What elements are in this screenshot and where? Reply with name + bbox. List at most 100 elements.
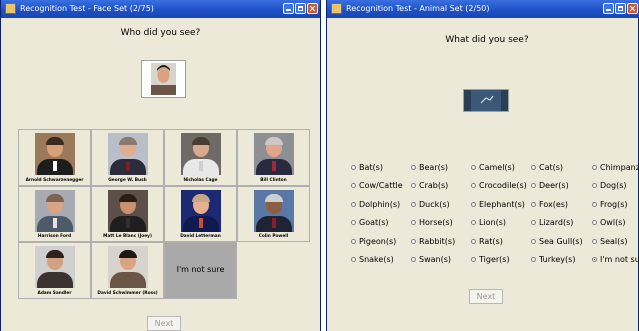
radio-button-icon[interactable] [592, 183, 597, 189]
animal-radio-option[interactable]: Lizard(s) [531, 218, 573, 227]
radio-button-icon[interactable] [471, 238, 476, 244]
radio-button-icon[interactable] [592, 220, 597, 226]
animal-radio-option[interactable]: I'm not sure [592, 255, 639, 264]
animal-radio-option[interactable]: Duck(s) [411, 200, 450, 209]
radio-button-icon[interactable] [351, 201, 356, 207]
radio-button-icon[interactable] [531, 220, 536, 226]
minimize-icon[interactable] [603, 3, 614, 14]
face-next-button[interactable]: Next [147, 316, 181, 331]
animal-radio-option[interactable]: Owl(s) [592, 218, 625, 227]
face-not-sure-option[interactable]: I'm not sure [164, 242, 237, 299]
animal-radio-option[interactable]: Elephant(s) [471, 200, 525, 209]
minimize-icon[interactable] [283, 3, 294, 14]
radio-button-icon[interactable] [351, 183, 356, 189]
animal-radio-option[interactable]: Rabbit(s) [411, 237, 455, 246]
animal-radio-option[interactable]: Bear(s) [411, 163, 448, 172]
radio-button-icon[interactable] [471, 201, 476, 207]
face-option-label: Nicholas Cage [183, 177, 218, 183]
animal-radio-option[interactable]: Horse(s) [411, 218, 453, 227]
animal-radio-option[interactable]: Deer(s) [531, 181, 569, 190]
animal-question: What did you see? [445, 35, 529, 45]
face-thumbnail [253, 189, 294, 232]
animal-radio-option[interactable]: Rat(s) [471, 237, 503, 246]
radio-button-icon[interactable] [531, 238, 536, 244]
maximize-icon[interactable] [615, 3, 626, 14]
animal-radio-option[interactable]: Pigeon(s) [351, 237, 396, 246]
radio-button-icon[interactable] [351, 220, 356, 226]
animal-option-label: Elephant(s) [479, 199, 525, 209]
radio-button-icon[interactable] [411, 257, 416, 262]
animal-radio-option[interactable]: Tiger(s) [471, 255, 510, 264]
animal-radio-option[interactable]: Swan(s) [411, 255, 451, 264]
animal-option-label: Snake(s) [359, 255, 394, 264]
animal-option-label: Cat(s) [539, 163, 564, 172]
radio-button-icon[interactable] [531, 201, 536, 207]
radio-button-icon[interactable] [471, 183, 476, 189]
radio-button-icon[interactable] [531, 165, 536, 170]
radio-button-icon[interactable] [411, 183, 416, 189]
radio-button-icon[interactable] [531, 183, 536, 189]
animal-option-label: Sea Gull(s) [539, 236, 583, 246]
face-option-label: Harrison Ford [37, 234, 72, 240]
radio-button-icon[interactable] [411, 165, 416, 170]
animal-radio-option[interactable]: Bat(s) [351, 163, 383, 172]
face-test-window: Recognition Test - Face Set (2/75) Who d… [0, 0, 321, 331]
close-icon[interactable] [627, 3, 638, 14]
face-option[interactable]: Arnold Schwarzenegger [18, 129, 91, 186]
face-option[interactable]: David Letterman [164, 185, 237, 243]
animal-window-titlebar[interactable]: Recognition Test - Animal Set (2/50) [327, 0, 639, 18]
radio-button-icon[interactable] [592, 257, 597, 262]
animal-radio-option[interactable]: Cat(s) [531, 163, 563, 172]
animal-options-row: Pigeon(s) Rabbit(s) Rat(s) Sea Gull(s) Seal(… [351, 237, 639, 249]
animal-option-label: Turkey(s) [539, 255, 576, 264]
animal-option-label: Camel(s) [479, 163, 515, 172]
radio-button-icon[interactable] [351, 238, 356, 244]
radio-button-icon[interactable] [351, 165, 356, 170]
animal-next-button[interactable]: Next [469, 289, 503, 304]
face-thumbnail [34, 246, 75, 289]
radio-button-icon[interactable] [471, 165, 476, 170]
animal-radio-option[interactable]: Goat(s) [351, 218, 389, 227]
radio-button-icon[interactable] [592, 238, 597, 244]
radio-button-icon[interactable] [592, 165, 597, 170]
animal-radio-option[interactable]: Chimpanzee [592, 163, 639, 172]
animal-radio-option[interactable]: Fox(es) [531, 200, 568, 209]
face-option[interactable]: David Schwimmer (Ross) [91, 242, 164, 299]
radio-button-icon[interactable] [411, 201, 416, 207]
animal-options-row: Cow/Cattle Crab(s) Crocodile(s) Deer(s) Dog(… [351, 181, 639, 193]
animal-radio-option[interactable]: Crab(s) [411, 181, 448, 190]
close-icon[interactable] [307, 3, 318, 14]
face-option[interactable]: Harrison Ford [18, 185, 91, 243]
animal-options-row: Dolphin(s) Duck(s) Elephant(s) Fox(es) Frog(… [351, 200, 639, 212]
maximize-icon[interactable] [295, 3, 306, 14]
radio-button-icon[interactable] [471, 220, 476, 226]
animal-radio-option[interactable]: Dolphin(s) [351, 200, 400, 209]
animal-radio-option[interactable]: Lion(s) [471, 218, 506, 227]
radio-button-icon[interactable] [411, 220, 416, 226]
animal-radio-option[interactable]: Crocodile(s) [471, 181, 527, 190]
animal-radio-option[interactable]: Dog(s) [592, 181, 627, 190]
animal-radio-option[interactable]: Seal(s) [592, 237, 628, 246]
animal-option-label: Dog(s) [600, 181, 627, 191]
animal-radio-option[interactable]: Frog(s) [592, 200, 628, 209]
face-window-titlebar[interactable]: Recognition Test - Face Set (2/75) [1, 0, 320, 18]
animal-option-label: I'm not sure [600, 255, 639, 264]
face-option[interactable]: George W. Bush [91, 129, 164, 186]
radio-button-icon[interactable] [531, 257, 536, 262]
face-option-label: Colin Powell [258, 234, 289, 240]
face-option[interactable]: Bill Clinton [237, 129, 310, 186]
radio-button-icon[interactable] [411, 238, 416, 244]
radio-button-icon[interactable] [351, 257, 356, 262]
animal-radio-option[interactable]: Sea Gull(s) [531, 237, 583, 246]
face-option[interactable]: Adam Sandler [18, 242, 91, 299]
radio-button-icon[interactable] [592, 201, 597, 207]
face-option[interactable]: Nicholas Cage [164, 129, 237, 186]
animal-radio-option[interactable]: Camel(s) [471, 163, 515, 172]
animal-radio-option[interactable]: Cow/Cattle [351, 181, 403, 190]
animal-radio-option[interactable]: Snake(s) [351, 255, 394, 264]
face-option[interactable]: Colin Powell [237, 185, 310, 243]
radio-button-icon[interactable] [471, 257, 476, 262]
animal-radio-option[interactable]: Turkey(s) [531, 255, 575, 264]
face-option[interactable]: Matt Le Blanc (Joey) [91, 185, 164, 243]
animal-photo-icon [464, 90, 508, 111]
